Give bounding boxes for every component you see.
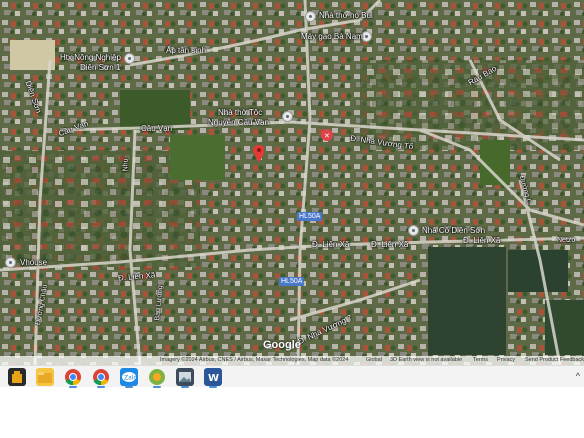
poi-icon[interactable]: [282, 111, 293, 122]
chrome-icon-2[interactable]: [92, 368, 110, 388]
label-d-lien-xa: Đ. Liên Xã: [371, 240, 409, 249]
taskbar: Zalo W ^: [0, 365, 584, 388]
poi-icon[interactable]: [5, 257, 16, 268]
footer-link-global[interactable]: Global: [366, 356, 382, 365]
label-may-gao-ba-nam[interactable]: Máy gạo Bà Nam: [301, 32, 363, 42]
photos-icon[interactable]: [176, 368, 194, 388]
poi-icon[interactable]: [408, 225, 419, 236]
label-htx-nong-nghiep[interactable]: Htx Nông Nghiệp: [60, 53, 121, 63]
app-icon[interactable]: [148, 368, 166, 388]
google-logo: Google: [263, 339, 301, 351]
map-footer: Imagery ©2024 Airbus, CNES / Airbus, Max…: [0, 356, 584, 365]
poi-icon[interactable]: [305, 11, 316, 22]
label-d-lien-xa: Đ. Liên Xã: [463, 236, 501, 245]
label-nha-co-dien-son[interactable]: Nhà Cổ Diên Sơn: [422, 226, 485, 236]
label-netzo: Netzo: [557, 237, 576, 244]
label-nha-tho-toc[interactable]: Nhà thờ Tộc: [218, 108, 262, 118]
label-nhu: Nhu: [122, 158, 130, 172]
svg-text:Zalo: Zalo: [124, 375, 137, 382]
chrome-icon[interactable]: [64, 368, 82, 388]
footer-link-terms[interactable]: Terms: [473, 356, 488, 365]
satellite-map[interactable]: ✕ Nhà thờ họ Bùi Máy gạo Bà Nam Ấp tân s…: [0, 0, 584, 365]
label-nha-tho-ho-bui[interactable]: Nhà thờ họ Bùi: [319, 11, 373, 21]
attribution-text: Imagery ©2024 Airbus, CNES / Airbus, Max…: [160, 357, 349, 363]
file-explorer-icon[interactable]: [36, 368, 54, 386]
footer-link-3d[interactable]: 3D Earth view is not available: [390, 356, 462, 365]
label-cau-van-2: Cầu Vạn: [141, 124, 173, 133]
zalo-icon[interactable]: Zalo: [120, 368, 138, 388]
poi-icon[interactable]: [124, 53, 135, 64]
road-shield-hl50a: HL50A: [279, 277, 305, 286]
label-ap-tan-sinh: Ấp tân sinh: [166, 46, 207, 55]
svg-text:✕: ✕: [324, 132, 330, 140]
tray-chevron-icon[interactable]: ^: [576, 371, 580, 381]
label-d-lien-xa: Đ. Liên Xã: [312, 240, 350, 249]
word-icon[interactable]: W: [204, 368, 222, 388]
footer-link-privacy[interactable]: Privacy: [497, 356, 515, 365]
label-vhouse[interactable]: Vhouse: [20, 258, 47, 268]
footer-link-feedback[interactable]: Send Product Feedback: [525, 356, 584, 365]
label-nguyen-cau-van[interactable]: Nguyễn Cầu Vạn: [208, 118, 269, 128]
start-icon[interactable]: [8, 368, 26, 386]
road-shield-hl50a: HL50A: [297, 212, 323, 221]
label-dien-son-1[interactable]: Diên Sơn 1: [80, 63, 120, 73]
svg-text:W: W: [208, 373, 219, 384]
